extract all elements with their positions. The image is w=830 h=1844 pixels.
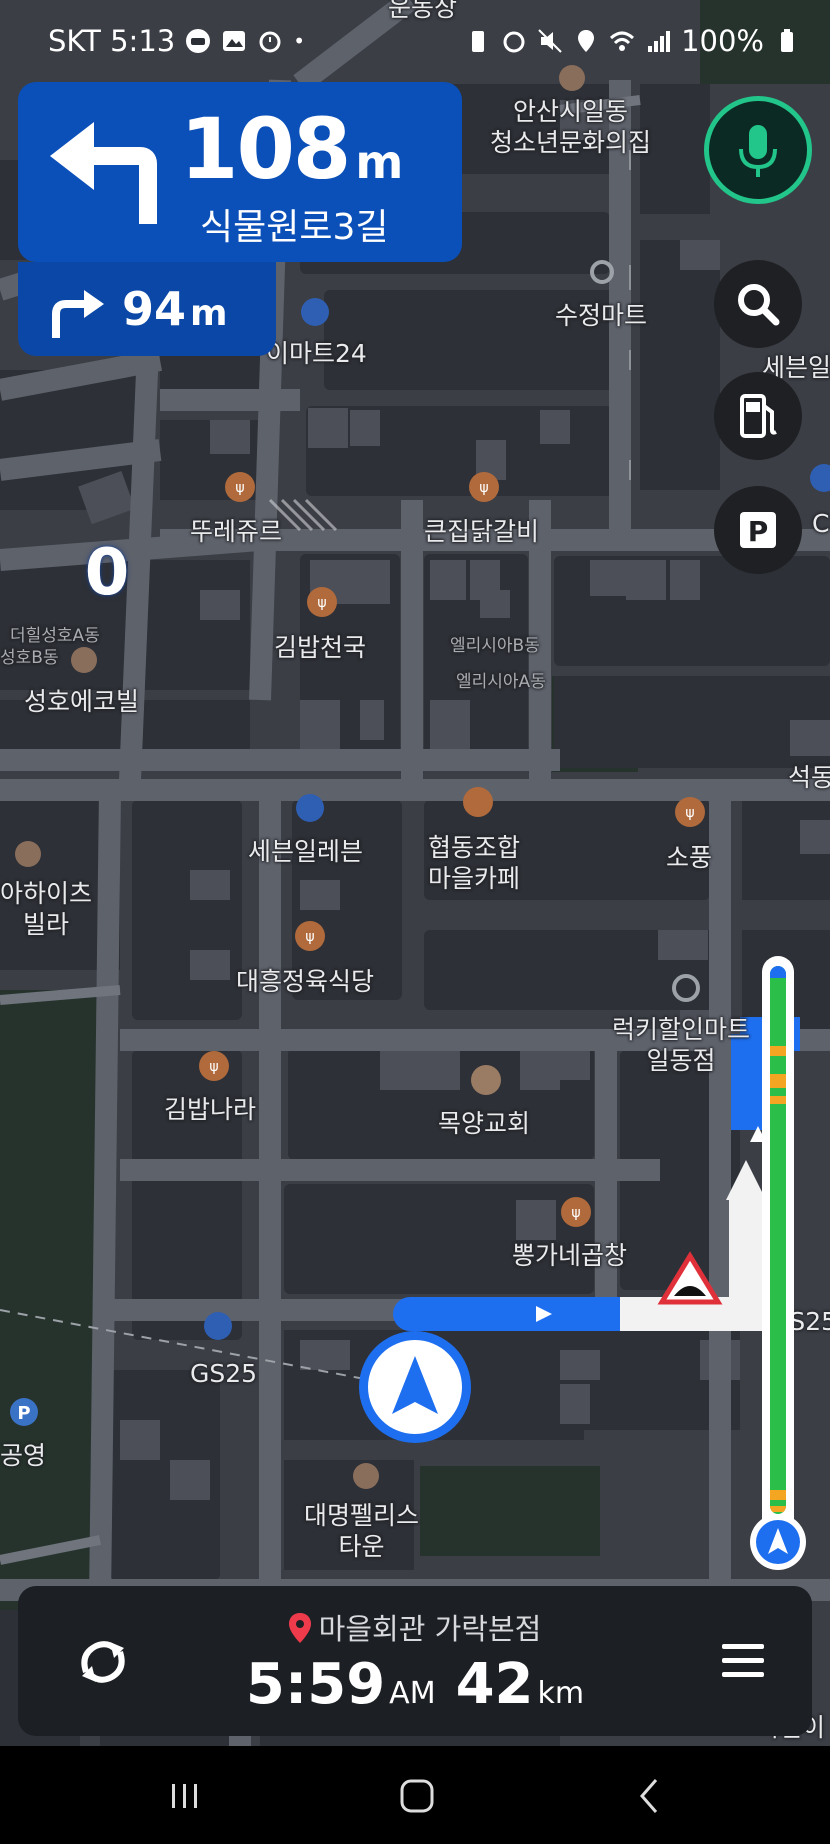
- search-button[interactable]: [714, 260, 802, 348]
- svg-text:ψ: ψ: [479, 480, 488, 496]
- current-location-marker: [359, 1331, 471, 1443]
- map-label: 큰집닭갈비: [424, 517, 540, 546]
- search-icon: [738, 284, 780, 326]
- remaining-distance-unit: km: [537, 1676, 585, 1711]
- map-label: 김밥천국: [274, 633, 367, 662]
- parking-button[interactable]: P: [714, 486, 802, 574]
- progress-position-marker: [750, 1514, 806, 1570]
- svg-text:ψ: ψ: [685, 805, 694, 821]
- carrier-time: SKT 5:13: [48, 24, 176, 58]
- turn-street-name: 식물원로3길: [200, 207, 389, 248]
- target-marker-icon: [590, 260, 700, 1002]
- svg-text:ψ: ψ: [571, 1205, 580, 1221]
- map-label: 수정마트: [555, 301, 648, 330]
- map-label: 김밥나라: [164, 1095, 257, 1124]
- svg-text:ψ: ψ: [235, 480, 244, 496]
- gas-station-button[interactable]: [714, 372, 802, 460]
- church-icon: [471, 1065, 501, 1095]
- status-left: SKT 5:13 •: [48, 24, 305, 58]
- back-icon[interactable]: [626, 1772, 676, 1820]
- map-label: GS25: [190, 1359, 258, 1388]
- route-progress-bar: [762, 956, 794, 1538]
- hamburger-menu-icon: [722, 1644, 764, 1677]
- recent-apps-icon[interactable]: [160, 1772, 210, 1820]
- map-label: 엘리시아B동: [450, 636, 540, 656]
- battery-icon: [781, 29, 793, 52]
- microphone-icon: [739, 125, 777, 177]
- eta-row: 5:59 AM 42 km: [18, 1652, 812, 1717]
- cafe-icon: [463, 787, 493, 817]
- wifi-icon: [610, 31, 635, 51]
- battery-percent: 100%: [681, 24, 764, 58]
- parking-icon: P: [740, 512, 776, 548]
- turn-instruction-card[interactable]: 108 m 식물원로3길: [18, 82, 462, 262]
- map-label: 소풍: [666, 843, 713, 872]
- svg-text:ψ: ψ: [317, 595, 326, 611]
- svg-text:P: P: [17, 1403, 30, 1424]
- location-icon: [578, 30, 595, 52]
- map-label: 공영: [0, 1441, 47, 1470]
- turn-left-arrow-icon: [50, 122, 157, 224]
- map-label: 뽕가네곱창: [512, 1241, 628, 1270]
- eta-ampm: AM: [389, 1676, 436, 1711]
- map-label: 성호에코빌: [24, 687, 140, 716]
- alarm-icon: [259, 31, 281, 53]
- image-icon: [223, 31, 246, 51]
- fuel-icon: [740, 394, 777, 438]
- status-bar: SKT 5:13 • 100%: [0, 0, 830, 84]
- map-label: 안산시일동 청소년문화의집: [490, 97, 652, 158]
- map-label: 성호B동: [0, 648, 59, 668]
- navigation-arrow-icon: [756, 1520, 800, 1564]
- map-label: 뚜레쥬르: [190, 517, 283, 546]
- current-speed: 0: [84, 536, 130, 610]
- svg-text:ψ: ψ: [305, 929, 314, 945]
- map-label: 목양교회: [438, 1109, 531, 1138]
- svg-text:ψ: ψ: [209, 1059, 218, 1075]
- turn-distance: 108 m: [180, 100, 404, 198]
- map-label: 더힐성호A동: [10, 626, 100, 646]
- trip-info-panel[interactable]: 마을회관 가락본점 5:59 AM 42 km: [18, 1586, 812, 1736]
- map-label: 석동: [788, 763, 830, 792]
- destination-name: 마을회관 가락본점: [18, 1606, 812, 1648]
- destination-pin-icon: [288, 1613, 311, 1643]
- signal-icon: [648, 31, 671, 52]
- map-label: 엘리시아A동: [456, 672, 546, 692]
- remaining-distance: 42: [455, 1652, 534, 1717]
- next-turn-distance: 94 m: [122, 282, 228, 336]
- map-label: 세븐일레븐: [248, 837, 364, 866]
- map-label: 아하이츠 빌라: [0, 879, 93, 940]
- alarm-icon: [503, 31, 525, 53]
- dot-icon: •: [293, 29, 306, 53]
- car-icon: [186, 29, 211, 53]
- route-progress-fill: [770, 966, 786, 1514]
- map-label: 대흥정육식당: [236, 967, 375, 996]
- eta-time: 5:59: [245, 1652, 386, 1717]
- menu-button[interactable]: [708, 1628, 778, 1694]
- status-right: 100%: [465, 24, 800, 58]
- home-icon[interactable]: [392, 1772, 442, 1820]
- map-label: C: [812, 509, 830, 538]
- map-label: 이마트24: [266, 339, 367, 368]
- voice-search-button[interactable]: [704, 96, 812, 204]
- mute-icon: [538, 29, 562, 53]
- map-label: 럭키할인마트 일동점: [612, 1015, 751, 1076]
- turn-right-arrow-icon: [52, 290, 104, 338]
- svg-text:P: P: [748, 515, 769, 548]
- battery-saver-icon: [472, 31, 485, 52]
- map-label: 협동조합 마을카페: [428, 833, 521, 894]
- parking-map-icon: P: [10, 1398, 38, 1426]
- system-navigation-bar: [0, 1746, 830, 1844]
- map-label: 대명펠리스 타운: [304, 1501, 420, 1562]
- next-turn-card[interactable]: 94 m: [18, 262, 276, 356]
